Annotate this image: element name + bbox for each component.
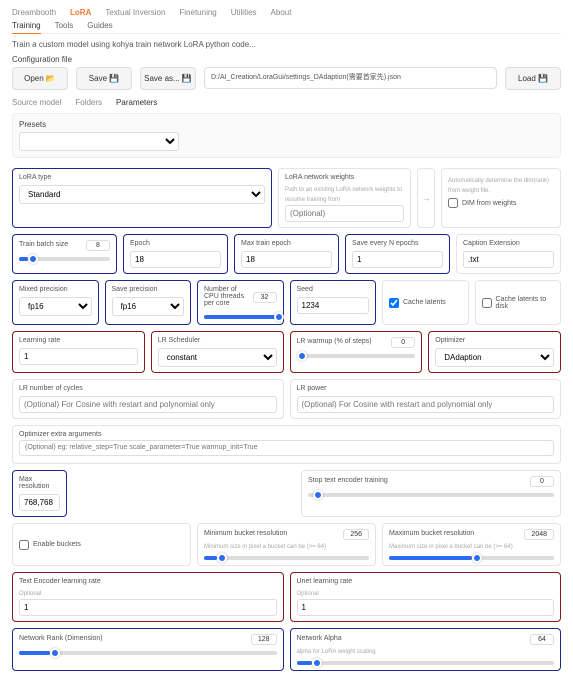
stop-te-value: 0 bbox=[530, 476, 554, 487]
nav-lora[interactable]: LoRA bbox=[70, 8, 91, 17]
lr-sched-label: LR Scheduler bbox=[158, 337, 277, 344]
min-bucket-slider[interactable] bbox=[204, 556, 369, 560]
max-bucket-slider[interactable] bbox=[389, 556, 554, 560]
opt-extra-label: Optimizer extra arguments bbox=[19, 431, 554, 438]
nav-textual[interactable]: Textual Inversion bbox=[105, 8, 165, 17]
net-alpha-sub: alpha for LoRA weight scaling bbox=[297, 649, 376, 655]
lr-power-label: LR power bbox=[297, 385, 555, 392]
lr-label: Learning rate bbox=[19, 337, 138, 344]
save-prec-select[interactable]: fp16 bbox=[112, 297, 185, 316]
lr-cycles-input[interactable] bbox=[19, 396, 277, 413]
dim-label: DIM from weights bbox=[462, 200, 516, 207]
max-bucket-sub: Maximum size in pixel a bucket can be (>… bbox=[389, 544, 513, 550]
unet-lr-label: Unet learning rate bbox=[297, 578, 555, 585]
max-bucket-value: 2048 bbox=[524, 529, 554, 540]
lr-input[interactable] bbox=[19, 348, 138, 365]
subnav-tools[interactable]: Tools bbox=[55, 21, 74, 30]
seed-input[interactable] bbox=[297, 297, 370, 314]
unet-lr-sub: Optional bbox=[297, 591, 319, 597]
lr-warmup-slider[interactable] bbox=[297, 354, 416, 358]
te-lr-label: Text Encoder learning rate bbox=[19, 578, 277, 585]
network-weights-sub: Path to an existing LoRA network weights… bbox=[285, 187, 402, 203]
nav-dreambooth[interactable]: Dreambooth bbox=[12, 8, 56, 17]
enable-buckets-checkbox[interactable] bbox=[19, 540, 29, 550]
net-rank-value: 128 bbox=[251, 634, 277, 645]
max-res-label: Max resolution bbox=[19, 476, 60, 490]
arrow-right-icon: → bbox=[422, 193, 431, 203]
open-button[interactable]: Open 📂 bbox=[12, 67, 68, 90]
save-n-label: Save every N epochs bbox=[352, 240, 443, 247]
subnav-training[interactable]: Training bbox=[12, 21, 41, 34]
page-description: Train a custom model using kohya train n… bbox=[12, 40, 561, 49]
cache-disk-checkbox[interactable] bbox=[482, 298, 492, 308]
max-epoch-label: Max train epoch bbox=[241, 240, 332, 247]
config-section-label: Configuration file bbox=[12, 55, 561, 64]
epoch-label: Epoch bbox=[130, 240, 221, 247]
nav-finetuning[interactable]: Finetuning bbox=[179, 8, 216, 17]
net-rank-slider[interactable] bbox=[19, 651, 277, 655]
dim-auto-sub: Automatically determine the dim(rank) fr… bbox=[448, 178, 549, 194]
max-bucket-label: Maximum bucket resolution bbox=[389, 530, 474, 537]
cache-latents-checkbox[interactable] bbox=[389, 298, 399, 308]
lr-sched-select[interactable]: constant bbox=[158, 348, 277, 367]
te-lr-sub: Optional bbox=[19, 591, 41, 597]
lora-type-select[interactable]: Standard bbox=[19, 185, 265, 204]
saveas-button[interactable]: Save as... 💾 bbox=[140, 67, 196, 90]
net-rank-label: Network Rank (Dimension) bbox=[19, 635, 103, 642]
min-bucket-label: Minimum bucket resolution bbox=[204, 530, 287, 537]
subnav-guides[interactable]: Guides bbox=[87, 21, 112, 30]
caption-ext-label: Caption Extension bbox=[463, 240, 554, 247]
save-n-input[interactable] bbox=[352, 251, 443, 268]
batch-label: Train batch size bbox=[19, 241, 68, 248]
net-alpha-slider[interactable] bbox=[297, 661, 555, 665]
seed-label: Seed bbox=[297, 286, 370, 293]
lora-type-label: LoRA type bbox=[19, 174, 265, 181]
optimizer-label: Optimizer bbox=[435, 337, 554, 344]
stop-te-slider[interactable] bbox=[308, 493, 554, 497]
lr-warmup-label: LR warmup (% of steps) bbox=[297, 338, 372, 345]
load-button[interactable]: Load 💾 bbox=[505, 67, 561, 90]
nav-about[interactable]: About bbox=[271, 8, 292, 17]
tab-source-model[interactable]: Source model bbox=[12, 98, 61, 107]
presets-select[interactable] bbox=[19, 132, 179, 151]
network-weights-label: LoRA network weights bbox=[285, 174, 404, 181]
lr-power-input[interactable] bbox=[297, 396, 555, 413]
optimizer-select[interactable]: DAdaption bbox=[435, 348, 554, 367]
lr-cycles-label: LR number of cycles bbox=[19, 385, 277, 392]
tab-folders[interactable]: Folders bbox=[75, 98, 102, 107]
batch-value: 8 bbox=[86, 240, 110, 251]
tab-parameters[interactable]: Parameters bbox=[116, 98, 157, 107]
enable-buckets-label: Enable buckets bbox=[33, 541, 81, 548]
save-prec-label: Save precision bbox=[112, 286, 185, 293]
cache-latents-label: Cache latents bbox=[403, 299, 446, 306]
dim-from-weights-checkbox[interactable] bbox=[448, 198, 458, 208]
max-res-input[interactable] bbox=[19, 494, 60, 511]
save-button[interactable]: Save 💾 bbox=[76, 67, 132, 90]
opt-extra-input[interactable] bbox=[19, 440, 554, 456]
network-weights-input[interactable] bbox=[285, 205, 404, 222]
epoch-input[interactable] bbox=[130, 251, 221, 268]
cpu-threads-label: Number of CPU threads per core bbox=[204, 286, 253, 307]
cpu-threads-slider[interactable] bbox=[204, 315, 277, 319]
batch-slider[interactable] bbox=[19, 257, 110, 261]
mixed-prec-label: Mixed precision bbox=[19, 286, 92, 293]
stop-te-label: Stop text encoder training bbox=[308, 477, 388, 484]
cache-disk-label: Cache latents to disk bbox=[496, 296, 555, 310]
net-alpha-value: 64 bbox=[530, 634, 554, 645]
unet-lr-input[interactable] bbox=[297, 599, 555, 616]
net-alpha-label: Network Alpha bbox=[297, 635, 342, 642]
min-bucket-value: 256 bbox=[343, 529, 369, 540]
max-epoch-input[interactable] bbox=[241, 251, 332, 268]
mixed-prec-select[interactable]: fp16 bbox=[19, 297, 92, 316]
caption-ext-input[interactable] bbox=[463, 251, 554, 268]
lr-warmup-value: 0 bbox=[391, 337, 415, 348]
cpu-threads-value: 32 bbox=[253, 292, 277, 303]
config-path-input[interactable]: D:/AI_Creation/LoraGui/settings_DAdaptio… bbox=[204, 67, 497, 89]
presets-label: Presets bbox=[19, 120, 554, 129]
nav-utilities[interactable]: Utilities bbox=[231, 8, 257, 17]
te-lr-input[interactable] bbox=[19, 599, 277, 616]
min-bucket-sub: Minimum size in pixel a bucket can be (>… bbox=[204, 544, 326, 550]
